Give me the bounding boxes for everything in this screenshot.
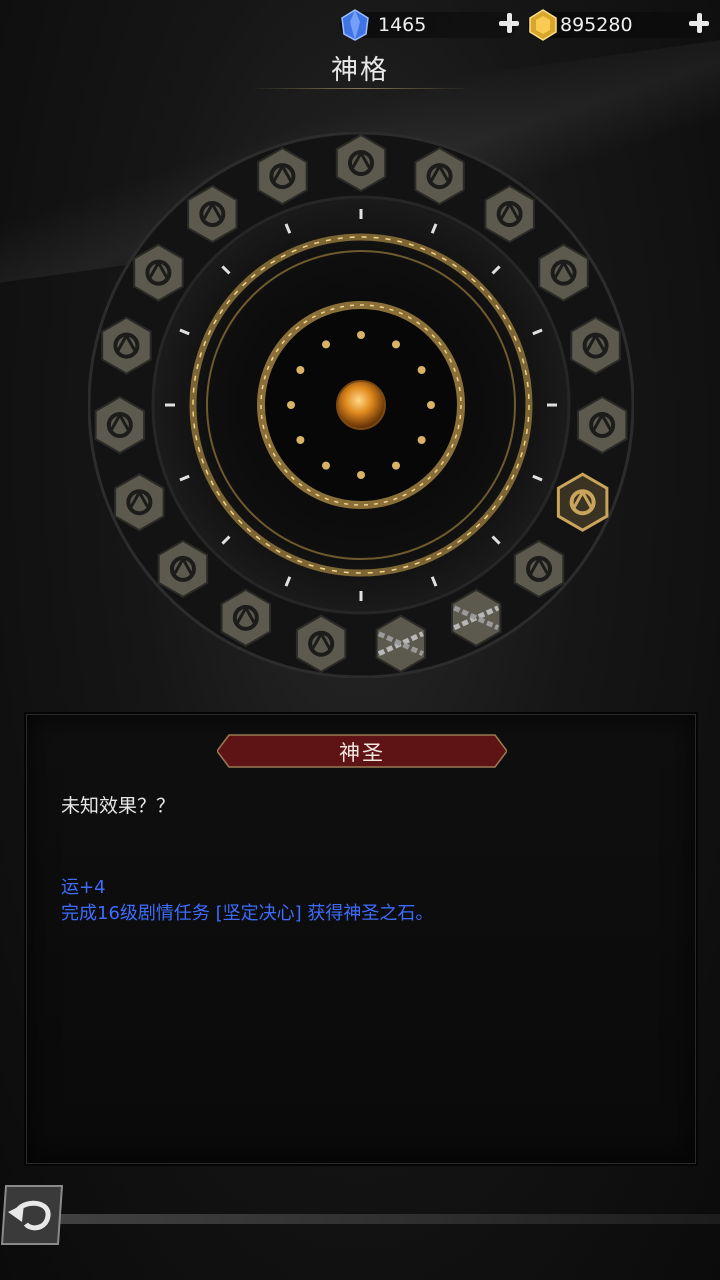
divinity-wheel [88, 132, 634, 678]
spark-glyph [357, 331, 365, 339]
gold-crystal-icon [529, 9, 557, 41]
footer-bar [60, 1214, 720, 1224]
effect-unlock-condition: 完成16级剧情任务 [坚定决心] 获得神圣之石。 [61, 903, 434, 924]
divinity-description: 未知效果？？ [61, 795, 176, 817]
gold-counter: 895280 [528, 9, 709, 41]
divinity-effect: 运+4 完成16级剧情任务 [坚定决心] 获得神圣之石。 [61, 875, 433, 927]
divinity-slot[interactable] [556, 472, 609, 532]
spark-glyph [287, 401, 295, 409]
spark-glyph [322, 340, 330, 349]
detail-panel: 神圣 未知效果？？ 运+4 完成16级剧情任务 [坚定决心] 获得神圣之石。 [26, 714, 696, 1164]
add-gold-button[interactable] [686, 10, 712, 36]
spark-glyph [296, 436, 305, 444]
add-gems-button[interactable] [496, 10, 522, 36]
gold-amount: 895280 [560, 14, 633, 36]
spark-glyph [417, 366, 426, 374]
gem-counter: 1465 [340, 9, 519, 41]
effect-stat: 运+4 [61, 877, 106, 898]
spark-glyph [392, 340, 400, 349]
spark-glyph [427, 401, 435, 409]
currency-bar: 1465 895280 [0, 9, 720, 41]
spark-glyph [296, 366, 305, 374]
spark-glyph [417, 436, 426, 444]
divinity-name: 神圣 [339, 741, 385, 765]
blue-crystal-icon [341, 9, 369, 41]
spark-glyph [357, 471, 365, 479]
page-title: 神格 [331, 55, 389, 86]
title-divider [250, 88, 470, 89]
amber-orb-icon [336, 380, 386, 430]
spark-glyph [322, 461, 330, 470]
back-button[interactable] [0, 1182, 66, 1248]
spark-glyph [392, 461, 400, 470]
gem-amount: 1465 [378, 14, 427, 36]
